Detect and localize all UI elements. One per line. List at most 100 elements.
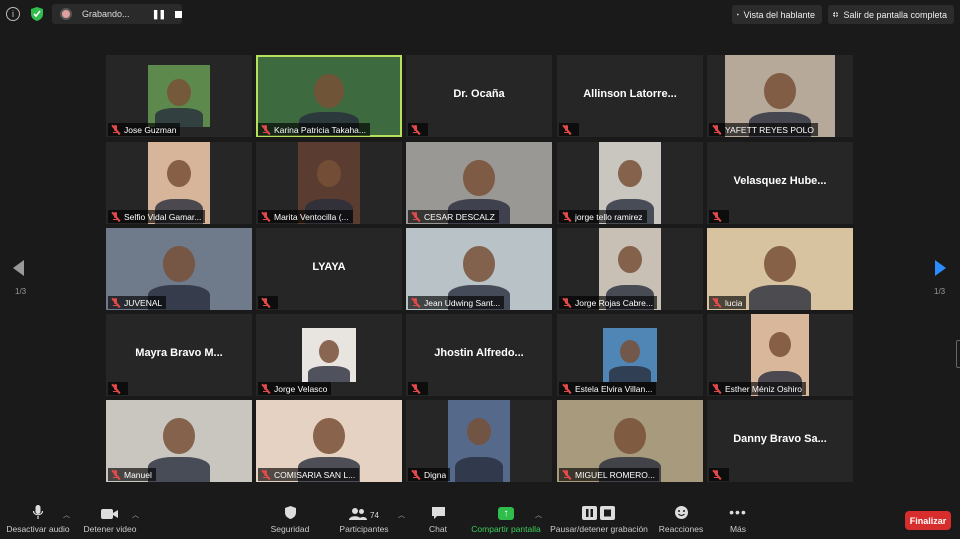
previous-page-arrow-icon[interactable] bbox=[13, 260, 24, 276]
pause-recording-icon[interactable]: ❚❚ bbox=[152, 9, 166, 20]
next-page-arrow-icon[interactable] bbox=[935, 260, 946, 276]
recording-label: Grabando... bbox=[81, 9, 130, 19]
stop-recording-icon[interactable] bbox=[175, 10, 182, 18]
participants-label: Participantes bbox=[339, 524, 389, 534]
pause-stop-recording-button[interactable]: Pausar/detener grabación bbox=[550, 500, 648, 539]
participant-tile[interactable]: lucia bbox=[707, 228, 853, 310]
participant-display-name: Danny Bravo Sa... bbox=[733, 433, 827, 445]
participant-face bbox=[467, 418, 491, 446]
participant-tile[interactable]: Jorge Velasco bbox=[256, 314, 402, 396]
pause-stop-icon bbox=[582, 500, 616, 520]
participant-tile[interactable]: Marita Ventocilla (... bbox=[256, 142, 402, 224]
muted-microphone-icon bbox=[111, 469, 121, 480]
participant-name-label: YAFETT REYES POLO bbox=[709, 123, 818, 136]
chat-button[interactable]: Chat bbox=[422, 500, 454, 539]
more-button[interactable]: ••• Más bbox=[724, 500, 752, 539]
participant-face bbox=[463, 160, 495, 196]
participant-name-label bbox=[709, 468, 729, 481]
participants-options-caret-icon[interactable]: ︿ bbox=[398, 510, 405, 520]
participant-tile[interactable]: Jorge Rojas Cabre... bbox=[557, 228, 703, 310]
stop-video-button[interactable]: Detener video bbox=[80, 500, 140, 539]
participant-name: Estela Elvira Villan... bbox=[575, 383, 653, 394]
participants-icon: 74 bbox=[349, 500, 379, 520]
participant-tile[interactable]: Jean Udwing Sant... bbox=[406, 228, 552, 310]
participant-display-name: Jhostin Alfredo... bbox=[434, 347, 524, 359]
participant-name-label: Manuel bbox=[108, 468, 156, 481]
participant-name: YAFETT REYES POLO bbox=[725, 124, 814, 135]
participant-tile[interactable]: Estela Elvira Villan... bbox=[557, 314, 703, 396]
muted-microphone-icon bbox=[261, 469, 271, 480]
participant-name-label: COMISARIA SAN L... bbox=[258, 468, 360, 481]
participant-name-label: jorge tello ramirez bbox=[559, 210, 647, 223]
participant-display-name: Allinson Latorre... bbox=[583, 88, 677, 100]
participant-tile[interactable]: Danny Bravo Sa... bbox=[707, 400, 853, 482]
participant-tile[interactable]: Jose Guzman bbox=[106, 55, 252, 137]
participant-tile[interactable]: LYAYA bbox=[256, 228, 402, 310]
end-meeting-button[interactable]: Finalizar bbox=[905, 511, 951, 530]
muted-microphone-icon bbox=[562, 383, 572, 394]
mute-button[interactable]: Desactivar audio bbox=[6, 500, 70, 539]
participant-face bbox=[614, 418, 646, 454]
audio-options-caret-icon[interactable]: ︿ bbox=[63, 510, 70, 520]
security-button[interactable]: Seguridad bbox=[268, 500, 312, 539]
participant-tile[interactable]: Karina Patricia Takaha... bbox=[256, 55, 402, 137]
participant-name: MIGUEL ROMERO... bbox=[575, 469, 655, 480]
participant-tile[interactable]: MIGUEL ROMERO... bbox=[557, 400, 703, 482]
muted-microphone-icon bbox=[261, 383, 271, 394]
encryption-shield-icon[interactable] bbox=[30, 6, 44, 22]
meeting-toolbar: Desactivar audio ︿ Detener video ︿ Segur… bbox=[0, 500, 960, 539]
muted-microphone-icon bbox=[411, 124, 421, 135]
participant-face bbox=[318, 339, 340, 364]
participant-name: Jorge Velasco bbox=[274, 383, 328, 394]
reactions-button[interactable]: Reacciones bbox=[658, 500, 704, 539]
participant-face bbox=[764, 246, 796, 282]
participant-display-name: Mayra Bravo M... bbox=[135, 347, 223, 359]
participant-body bbox=[308, 365, 350, 382]
participant-tile[interactable]: CESAR DESCALZ bbox=[406, 142, 552, 224]
participant-tile[interactable]: YAFETT REYES POLO bbox=[707, 55, 853, 137]
participant-body bbox=[455, 457, 503, 482]
participant-tile[interactable]: COMISARIA SAN L... bbox=[256, 400, 402, 482]
mute-label: Desactivar audio bbox=[6, 524, 70, 534]
participant-face bbox=[463, 246, 495, 282]
share-screen-icon: ↑ bbox=[498, 507, 514, 520]
participant-face bbox=[618, 160, 642, 188]
participants-button[interactable]: 74 Participantes bbox=[336, 500, 392, 539]
participant-tile[interactable]: Jhostin Alfredo... bbox=[406, 314, 552, 396]
participant-tile[interactable]: Selfio Vidal Gamar... bbox=[106, 142, 252, 224]
security-label: Seguridad bbox=[270, 524, 310, 534]
participant-face bbox=[619, 339, 641, 364]
participant-name: jorge tello ramirez bbox=[575, 211, 643, 222]
muted-microphone-icon bbox=[411, 383, 421, 394]
muted-microphone-icon bbox=[111, 383, 121, 394]
muted-microphone-icon bbox=[712, 297, 722, 308]
participant-tile[interactable]: Manuel bbox=[106, 400, 252, 482]
share-options-caret-icon[interactable]: ︿ bbox=[535, 510, 542, 520]
participant-tile[interactable]: Mayra Bravo M... bbox=[106, 314, 252, 396]
reaction-smiley-icon bbox=[674, 500, 689, 520]
participant-name-label: lucia bbox=[709, 296, 747, 309]
participant-name-label: Marita Ventocilla (... bbox=[258, 210, 353, 223]
participant-name-label bbox=[108, 382, 128, 395]
muted-microphone-icon bbox=[261, 297, 271, 308]
video-options-caret-icon[interactable]: ︿ bbox=[132, 510, 139, 520]
participant-tile[interactable]: JUVENAL bbox=[106, 228, 252, 310]
participant-tile[interactable]: Digna bbox=[406, 400, 552, 482]
speaker-view-button[interactable]: Vista del hablante bbox=[732, 5, 822, 24]
participant-tile[interactable]: Esther Méniz Oshiro bbox=[707, 314, 853, 396]
participant-tile[interactable]: Allinson Latorre... bbox=[557, 55, 703, 137]
exit-fullscreen-button[interactable]: Salir de pantalla completa bbox=[828, 5, 954, 24]
participant-tile[interactable]: Velasquez Hube... bbox=[707, 142, 853, 224]
share-screen-icon-wrap: ↑ bbox=[498, 500, 514, 520]
participant-tile[interactable]: Dr. Ocaña bbox=[406, 55, 552, 137]
participant-name-label: Jose Guzman bbox=[108, 123, 181, 136]
muted-microphone-icon bbox=[712, 383, 722, 394]
share-screen-button[interactable]: ↑ Compartir pantalla bbox=[470, 500, 542, 539]
participant-tile[interactable]: jorge tello ramirez bbox=[557, 142, 703, 224]
participant-video bbox=[302, 328, 356, 382]
participant-name: Digna bbox=[424, 469, 447, 480]
page-indicator-right: 1/3 bbox=[934, 287, 946, 296]
participant-display-name: LYAYA bbox=[312, 261, 346, 273]
side-panel-handle[interactable] bbox=[956, 340, 960, 368]
info-icon[interactable]: i bbox=[6, 7, 20, 21]
